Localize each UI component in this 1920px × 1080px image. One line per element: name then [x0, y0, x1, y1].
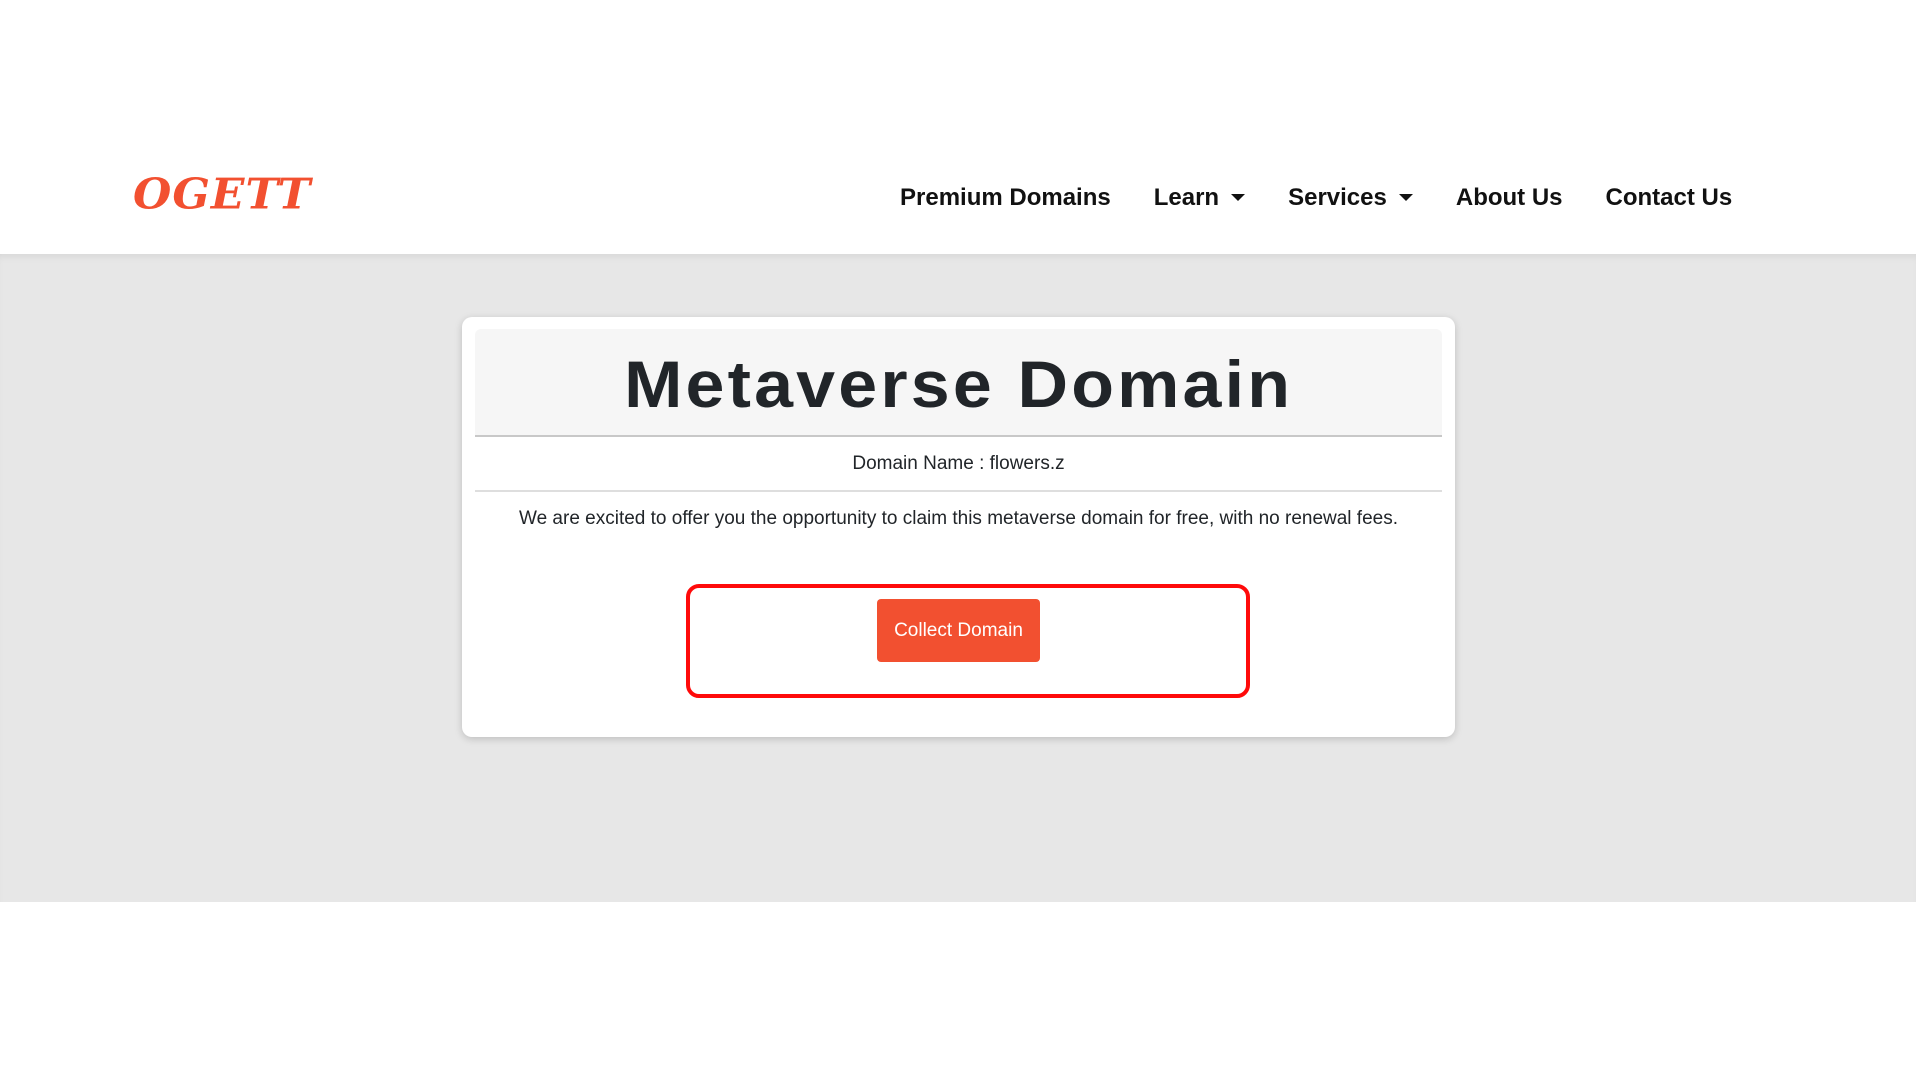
nav-item-label: About Us	[1455, 184, 1563, 211]
content-band: Metaverse Domain Domain Name : flowers.z…	[0, 254, 1916, 902]
nav-item-label: Services	[1288, 184, 1387, 211]
card-header: Metaverse Domain	[475, 329, 1442, 437]
description-text: We are excited to offer you the opportun…	[518, 508, 1399, 529]
nav-item-contact-us[interactable]: Contact Us	[1606, 180, 1733, 216]
collect-domain-button[interactable]: Collect Domain	[877, 599, 1040, 662]
caret-down-icon	[1231, 193, 1246, 201]
domain-name: Domain Name : flowers.z	[475, 437, 1442, 492]
nav-item-label: Contact Us	[1605, 184, 1733, 211]
right-edge-strip	[1916, 0, 1920, 902]
nav-item-services[interactable]: Services	[1288, 180, 1413, 216]
main-nav: Premium Domains Learn Services About Us …	[900, 180, 1732, 216]
nav-item-label: Premium Domains	[900, 184, 1111, 211]
nav-item-premium-domains[interactable]: Premium Domains	[900, 180, 1111, 216]
caret-down-icon	[1398, 193, 1413, 201]
navbar: OGETT Premium Domains Learn Services Abo…	[0, 0, 1916, 254]
nav-item-label: Learn	[1153, 184, 1220, 211]
card-title: Metaverse Domain	[623, 347, 1294, 421]
nav-item-learn[interactable]: Learn	[1153, 180, 1246, 216]
domain-card: Metaverse Domain Domain Name : flowers.z…	[462, 317, 1455, 737]
nav-item-about-us[interactable]: About Us	[1456, 180, 1563, 216]
logo[interactable]: OGETT	[133, 171, 311, 219]
page: OGETT Premium Domains Learn Services Abo…	[0, 0, 1920, 1080]
